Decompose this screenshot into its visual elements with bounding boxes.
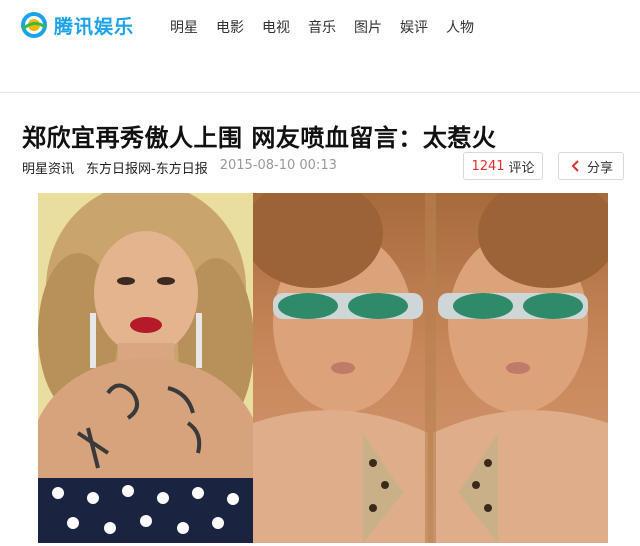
article-title: 郑欣宜再秀傲人上围 网友喷血留言：太惹火 — [22, 124, 497, 152]
article-source[interactable]: 东方日报网-东方日报 — [86, 158, 208, 177]
nav-item-movies[interactable]: 电影 — [216, 17, 244, 37]
article-photo[interactable] — [38, 193, 608, 543]
logo-text: 腾讯娱乐 — [54, 15, 135, 38]
nav-item-pictures[interactable]: 图片 — [354, 17, 382, 37]
photo-panel-right — [253, 193, 608, 543]
article-category[interactable]: 明星资讯 — [22, 158, 74, 177]
logo[interactable]: 腾讯娱乐 — [20, 10, 134, 40]
tencent-logo-icon — [21, 12, 47, 38]
nav-item-stars[interactable]: 明星 — [170, 17, 198, 37]
nav-item-people[interactable]: 人物 — [446, 17, 474, 37]
portrait-illustration-left — [38, 193, 253, 543]
nav-item-music[interactable]: 音乐 — [308, 17, 336, 37]
site-header: 腾讯娱乐 明星 电影 电视 音乐 图片 娱评 人物 — [0, 0, 640, 93]
comments-count: 1241 — [471, 158, 505, 174]
portrait-mirrored-right — [253, 193, 608, 543]
comments-label: 评论 — [508, 160, 535, 176]
nav-item-reviews[interactable]: 娱评 — [400, 17, 428, 37]
share-label: 分享 — [586, 160, 613, 176]
nav-item-tv[interactable]: 电视 — [262, 17, 290, 37]
photo-panel-left — [38, 193, 253, 543]
main-nav: 明星 电影 电视 音乐 图片 娱评 人物 — [170, 17, 474, 37]
share-button[interactable]: 分享 — [558, 152, 624, 180]
article-meta: 明星资讯 东方日报网-东方日报 2015-08-10 00:13 — [22, 158, 337, 177]
comments-button[interactable]: 1241 评论 — [463, 152, 543, 180]
share-icon — [571, 160, 579, 172]
article-timestamp: 2015-08-10 00:13 — [219, 158, 337, 173]
